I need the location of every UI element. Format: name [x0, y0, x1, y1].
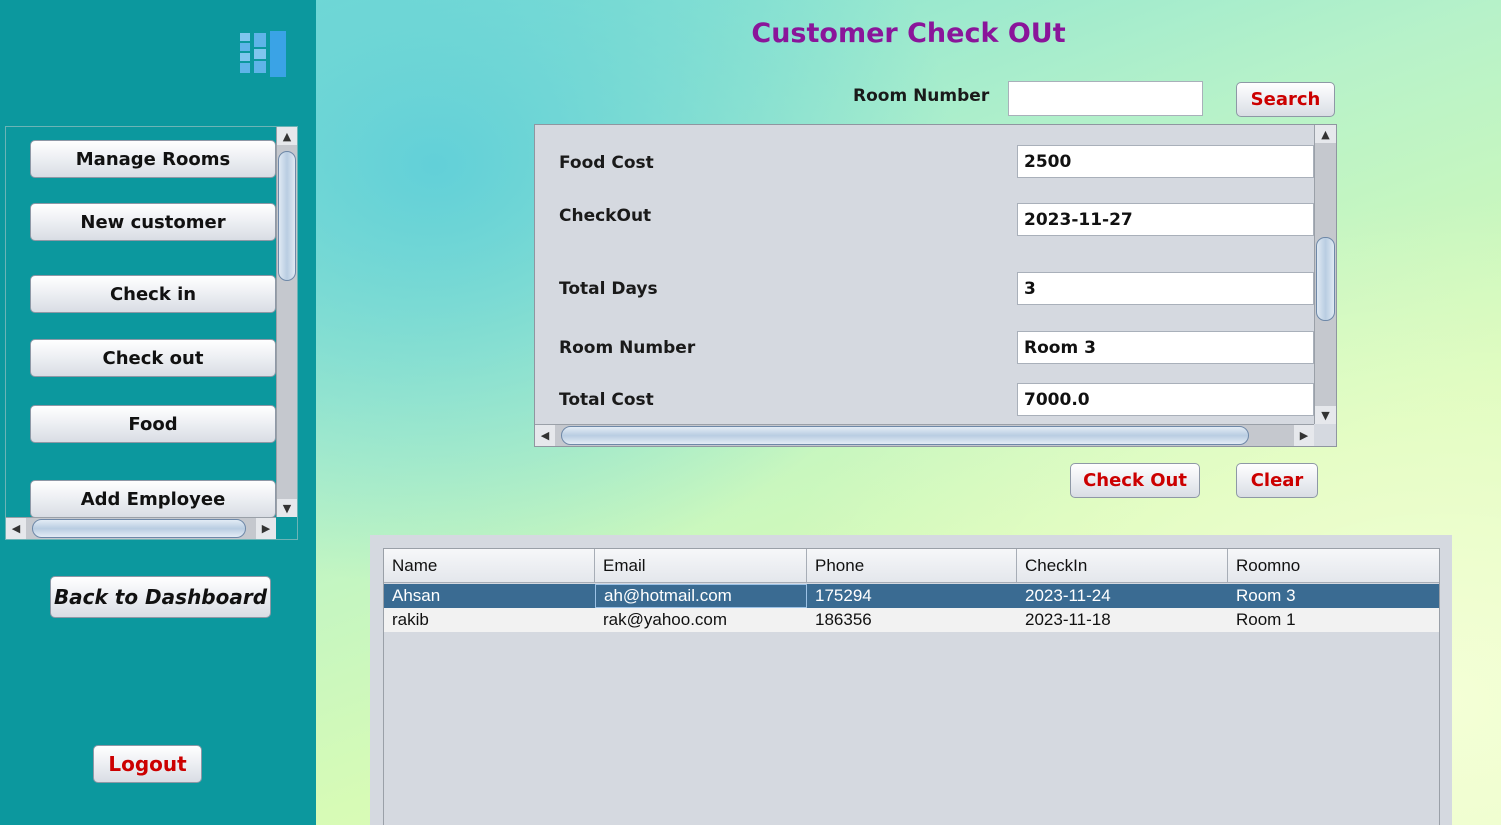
logout-button[interactable]: Logout: [93, 745, 202, 783]
building-icon: [240, 31, 286, 77]
column-header-name[interactable]: Name: [384, 549, 595, 583]
food-button[interactable]: Food: [30, 405, 276, 443]
back-to-dashboard-button[interactable]: Back to Dashboard: [50, 576, 271, 618]
table-cell[interactable]: Ahsan: [384, 584, 595, 608]
details-scroll-pane: Food Cost 2500 CheckOut 2023-11-27 Total…: [534, 124, 1337, 447]
column-header-phone[interactable]: Phone: [807, 549, 1017, 583]
scroll-down-icon[interactable]: ▼: [277, 499, 297, 517]
customer-table[interactable]: Name Email Phone CheckIn Roomno Ahsan ah…: [383, 548, 1440, 825]
manage-rooms-button[interactable]: Manage Rooms: [30, 140, 276, 178]
table-row[interactable]: Ahsan ah@hotmail.com 175294 2023-11-24 R…: [384, 584, 1439, 608]
details-scroll-right-icon[interactable]: ▶: [1294, 425, 1314, 446]
table-header: Name Email Phone CheckIn Roomno: [384, 549, 1439, 583]
nav-horizontal-scrollbar[interactable]: ◀ ▶: [6, 517, 276, 539]
scroll-left-icon[interactable]: ◀: [6, 518, 26, 539]
sidebar: Manage Rooms New customer Check in Check…: [0, 0, 316, 825]
table-cell[interactable]: 175294: [807, 584, 1017, 608]
check-out-nav-button[interactable]: Check out: [30, 339, 276, 377]
total-days-field[interactable]: 3: [1017, 272, 1314, 305]
table-cell[interactable]: rakib: [384, 608, 595, 632]
details-vertical-scrollbar[interactable]: ▲ ▼: [1314, 125, 1336, 424]
table-cell[interactable]: 186356: [807, 608, 1017, 632]
room-number-label: Room Number: [559, 338, 696, 358]
search-room-number-label: Room Number: [853, 86, 990, 106]
total-cost-field[interactable]: 7000.0: [1017, 383, 1314, 416]
page-title: Customer Check OUt: [751, 18, 1066, 49]
table-cell[interactable]: Room 3: [1228, 584, 1439, 608]
search-button[interactable]: Search: [1236, 82, 1335, 117]
details-scroll-up-icon[interactable]: ▲: [1315, 125, 1336, 143]
add-employee-button[interactable]: Add Employee: [30, 480, 276, 518]
details-scroll-down-icon[interactable]: ▼: [1315, 406, 1336, 424]
details-scroll-left-icon[interactable]: ◀: [535, 425, 555, 446]
table-cell[interactable]: 2023-11-18: [1017, 608, 1228, 632]
customer-table-panel: Name Email Phone CheckIn Roomno Ahsan ah…: [370, 535, 1452, 825]
checkout-date-field[interactable]: 2023-11-27: [1017, 203, 1314, 236]
room-number-search-input[interactable]: [1008, 81, 1203, 116]
details-hscroll-thumb[interactable]: [561, 426, 1249, 445]
nav-vertical-scrollbar[interactable]: ▲ ▼: [276, 127, 297, 517]
total-cost-label: Total Cost: [559, 390, 654, 410]
table-cell[interactable]: 2023-11-24: [1017, 584, 1228, 608]
details-horizontal-scrollbar[interactable]: ◀ ▶: [535, 424, 1314, 446]
total-days-label: Total Days: [559, 279, 658, 299]
food-cost-field[interactable]: 2500: [1017, 145, 1314, 178]
scroll-up-icon[interactable]: ▲: [277, 127, 297, 145]
table-cell[interactable]: ah@hotmail.com: [595, 584, 807, 608]
table-cell[interactable]: rak@yahoo.com: [595, 608, 807, 632]
column-header-roomno[interactable]: Roomno: [1228, 549, 1439, 583]
nav-scroll-thumb[interactable]: [278, 151, 296, 281]
column-header-email[interactable]: Email: [595, 549, 807, 583]
check-in-button[interactable]: Check in: [30, 275, 276, 313]
room-number-field[interactable]: Room 3: [1017, 331, 1314, 364]
table-cell[interactable]: Room 1: [1228, 608, 1439, 632]
main-content: Customer Check OUt Room Number Search Fo…: [316, 0, 1501, 825]
food-cost-label: Food Cost: [559, 153, 654, 173]
column-header-checkin[interactable]: CheckIn: [1017, 549, 1228, 583]
nav-scroll-pane: Manage Rooms New customer Check in Check…: [5, 126, 298, 540]
details-scroll-thumb[interactable]: [1316, 237, 1335, 321]
table-row[interactable]: rakib rak@yahoo.com 186356 2023-11-18 Ro…: [384, 608, 1439, 632]
new-customer-button[interactable]: New customer: [30, 203, 276, 241]
clear-button[interactable]: Clear: [1236, 463, 1318, 498]
checkout-label: CheckOut: [559, 206, 652, 226]
nav-hscroll-thumb[interactable]: [32, 519, 246, 538]
scroll-right-icon[interactable]: ▶: [256, 518, 276, 539]
check-out-button[interactable]: Check Out: [1070, 463, 1200, 498]
